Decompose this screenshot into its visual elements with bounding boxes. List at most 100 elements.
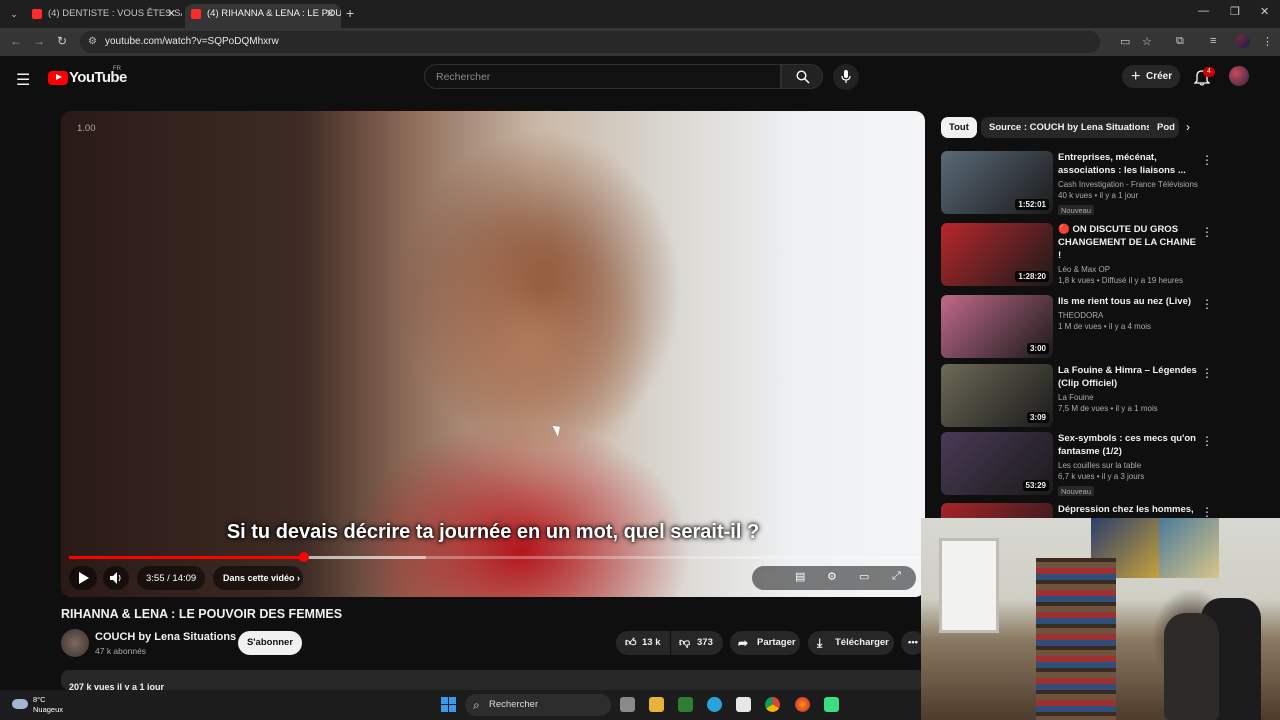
recommendation-title[interactable]: Dépression chez les hommes,	[1058, 503, 1200, 516]
chevron-right-icon[interactable]: ›	[1186, 120, 1190, 134]
video-thumbnail[interactable]: 3:09	[941, 364, 1053, 427]
more-options-icon[interactable]: ⋮	[1201, 225, 1211, 239]
description-box[interactable]: 207 k vues il y a 1 jour	[61, 670, 925, 690]
recommendation-item[interactable]: 1:52:01 Entreprises, mécénat, association…	[941, 151, 1211, 215]
recommendation-title[interactable]: Sex-symbols : ces mecs qu'on fantasme (1…	[1058, 432, 1200, 458]
video-thumbnail[interactable]: 3:00	[941, 295, 1053, 358]
windows-start-icon[interactable]	[441, 697, 456, 712]
recommendation-title[interactable]: Ils me rient tous au nez (Live)	[1058, 295, 1200, 308]
edge-icon[interactable]	[707, 697, 722, 712]
task-view-icon[interactable]	[620, 697, 635, 712]
more-options-icon[interactable]: ⋮	[1201, 434, 1211, 448]
video-thumbnail[interactable]: 53:29	[941, 432, 1053, 495]
reload-icon[interactable]: ↻	[57, 34, 67, 48]
recommendation-channel[interactable]: La Fouine	[1058, 393, 1203, 402]
address-bar[interactable]: ⚙ youtube.com/watch?v=SQPoDQMhxrw	[80, 31, 1100, 53]
microphone-icon	[841, 70, 851, 83]
search-button[interactable]	[781, 64, 823, 89]
extensions-icon[interactable]: ⧉	[1176, 35, 1184, 48]
browser-menu-icon[interactable]: ⋮	[1262, 35, 1273, 48]
cloud-icon	[12, 699, 28, 709]
recommendation-channel[interactable]: Les couilles sur la table	[1058, 461, 1203, 470]
fullscreen-icon[interactable]: ⤢	[892, 570, 901, 583]
recommendation-title[interactable]: 🔴 ON DISCUTE DU GROS CHANGEMENT DE LA CH…	[1058, 223, 1200, 262]
recommendation-item[interactable]: 3:09 La Fouine & Himra – Légendes (Clip O…	[941, 364, 1211, 428]
minimize-icon[interactable]: —	[1198, 5, 1209, 17]
recommendation-channel[interactable]: Cash Investigation - France Télévisions	[1058, 180, 1203, 189]
create-button[interactable]: Créer	[1122, 65, 1180, 88]
recommendation-item[interactable]: 3:00 Ils me rient tous au nez (Live) THEOD…	[941, 295, 1211, 359]
recommendation-title[interactable]: La Fouine & Himra – Légendes (Clip Offic…	[1058, 364, 1200, 390]
tab-search-icon[interactable]: ⌄	[6, 6, 22, 22]
chip-all[interactable]: Tout	[941, 117, 977, 138]
subscribe-button[interactable]: S'abonner	[238, 631, 302, 655]
browser-tab-2[interactable]: (4) RIHANNA & LENA : LE POUVOIR ✕	[185, 4, 341, 28]
hamburger-menu-icon[interactable]: ☰	[16, 70, 30, 90]
tab-label: (4) RIHANNA & LENA : LE POUVOIR	[207, 8, 341, 19]
store-icon[interactable]	[736, 697, 751, 712]
video-player[interactable]: 1.00 Si tu devais décrire ta journée en …	[61, 111, 925, 597]
more-options-icon[interactable]: ⋮	[1201, 153, 1211, 167]
video-thumbnail[interactable]	[941, 503, 1053, 518]
chip-source[interactable]: Source : COUCH by Lena Situations	[981, 117, 1160, 138]
youtube-favicon-icon	[32, 9, 42, 19]
forward-icon[interactable]: →	[33, 34, 45, 48]
video-thumbnail[interactable]: 1:52:01	[941, 151, 1053, 214]
window-close-icon[interactable]: ✕	[1260, 5, 1269, 18]
taskbar-search[interactable]: Rechercher	[465, 694, 611, 716]
scrubber-handle[interactable]	[299, 552, 309, 562]
recommendation-title[interactable]: Entreprises, mécénat, associations : les…	[1058, 151, 1200, 177]
restore-icon[interactable]: ❐	[1230, 5, 1240, 18]
profile-avatar[interactable]	[1236, 34, 1250, 48]
chrome-icon[interactable]	[765, 697, 780, 712]
voice-search-button[interactable]	[833, 64, 859, 90]
recommendation-channel[interactable]: THEODORA	[1058, 311, 1203, 320]
channel-avatar[interactable]	[61, 629, 89, 657]
autoplay-toggle[interactable]	[762, 572, 784, 583]
chip-podcast[interactable]: Pod	[1149, 117, 1179, 138]
close-icon[interactable]: ✕	[167, 4, 176, 24]
search-input[interactable]: Rechercher	[424, 64, 781, 89]
bookmark-star-icon[interactable]: ☆	[1142, 35, 1152, 48]
taskbar-search-label: Rechercher	[489, 699, 539, 710]
like-button[interactable]: 👍︎ 13 k	[616, 631, 670, 655]
duration-badge: 3:00	[1026, 343, 1049, 354]
recommendation-item[interactable]: 1:28:20 🔴 ON DISCUTE DU GROS CHANGEMENT D…	[941, 223, 1211, 287]
reading-list-icon[interactable]: ≡	[1210, 35, 1216, 47]
back-icon[interactable]: ←	[10, 34, 22, 48]
mouse-cursor-icon	[552, 423, 564, 437]
settings-gear-icon[interactable]: ⚙	[827, 570, 837, 583]
share-button[interactable]: ➦ Partager	[730, 631, 800, 655]
file-explorer-icon[interactable]	[649, 697, 664, 712]
more-options-icon[interactable]: ⋮	[1201, 297, 1211, 311]
play-button[interactable]	[69, 566, 97, 590]
android-app-icon[interactable]	[824, 697, 839, 712]
firefox-icon[interactable]	[795, 697, 810, 712]
subscriber-count: 47 k abonnés	[95, 646, 147, 656]
close-icon[interactable]: ✕	[326, 4, 335, 24]
new-badge: Nouveau	[1058, 205, 1095, 215]
xbox-app-icon[interactable]	[678, 697, 693, 712]
subtitles-icon[interactable]: ▤	[795, 570, 805, 583]
play-icon	[79, 572, 89, 584]
youtube-logo[interactable]: YouTube FR	[48, 66, 127, 86]
browser-tab-1[interactable]: (4) DENTISTE : VOUS ÊTES SALE ✕	[26, 4, 182, 28]
new-tab-icon[interactable]: +	[346, 5, 354, 21]
recommendation-item[interactable]: 53:29 Sex-symbols : ces mecs qu'on fantas…	[941, 432, 1211, 496]
thumbs-down-icon: 👎︎	[679, 637, 691, 649]
download-button[interactable]: ⤓ Télécharger	[808, 631, 894, 655]
account-avatar[interactable]	[1229, 66, 1249, 86]
recommendation-item[interactable]: Dépression chez les hommes, ⋮	[941, 503, 1211, 518]
recommendation-channel[interactable]: Léo & Max OP	[1058, 265, 1203, 274]
site-info-icon[interactable]: ⚙	[88, 36, 97, 47]
more-options-icon[interactable]: ⋮	[1201, 505, 1211, 518]
channel-name[interactable]: COUCH by Lena Situations	[95, 631, 236, 643]
weather-widget[interactable]: 8°C Nuageux	[33, 695, 63, 715]
video-thumbnail[interactable]: 1:28:20	[941, 223, 1053, 286]
mute-button[interactable]	[103, 566, 129, 590]
more-options-icon[interactable]: ⋮	[1201, 366, 1211, 380]
theater-mode-icon[interactable]: ▭	[859, 570, 869, 583]
dislike-button[interactable]: 👎︎ 373	[671, 631, 723, 655]
url-text: youtube.com/watch?v=SQPoDQMhxrw	[105, 36, 279, 47]
cast-icon[interactable]: ▭	[1120, 35, 1130, 48]
